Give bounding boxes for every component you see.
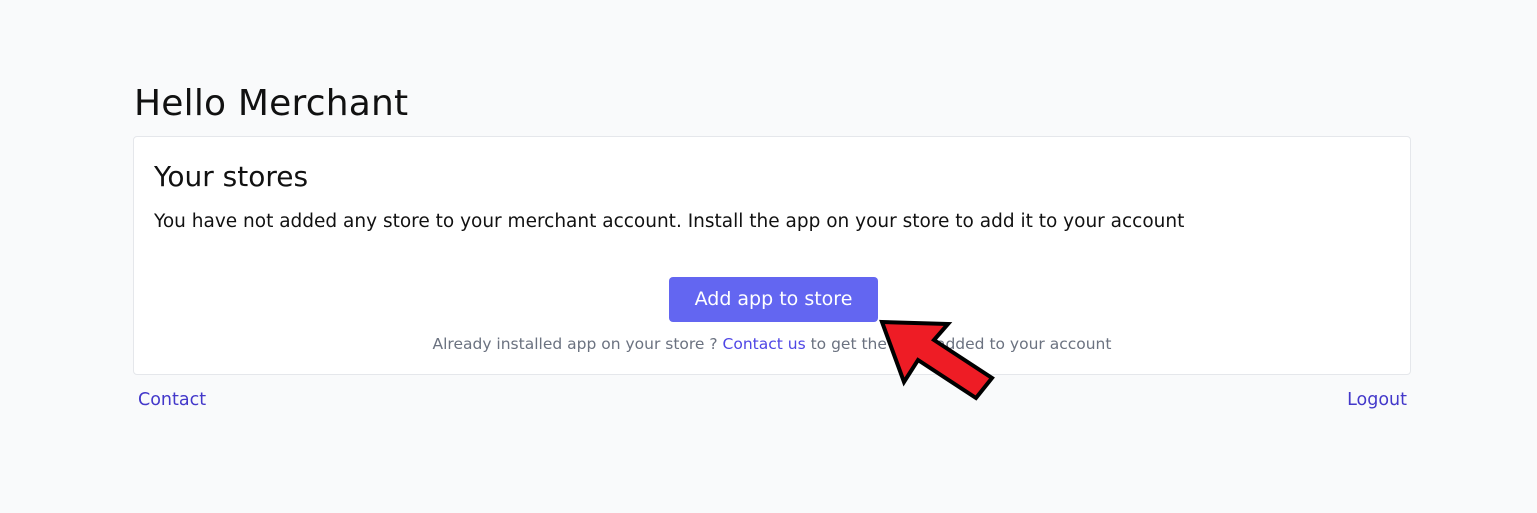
merchant-dashboard: Hello Merchant Your stores You have not …	[0, 0, 1537, 513]
contact-us-link[interactable]: Contact us	[723, 335, 806, 353]
footer-contact-link[interactable]: Contact	[138, 387, 206, 413]
red-arrow-pointer-icon	[879, 319, 995, 401]
stores-empty-message: You have not added any store to your mer…	[154, 211, 1185, 232]
add-app-to-store-button[interactable]: Add app to store	[669, 277, 878, 322]
stores-card: Your stores You have not added any store…	[133, 136, 1411, 375]
footer-logout-link[interactable]: Logout	[1347, 387, 1407, 413]
stores-card-title: Your stores	[154, 160, 309, 193]
helper-prefix-text: Already installed app on your store ?	[432, 335, 723, 353]
already-installed-helper: Already installed app on your store ? Co…	[134, 333, 1410, 355]
page-title: Hello Merchant	[134, 83, 409, 124]
